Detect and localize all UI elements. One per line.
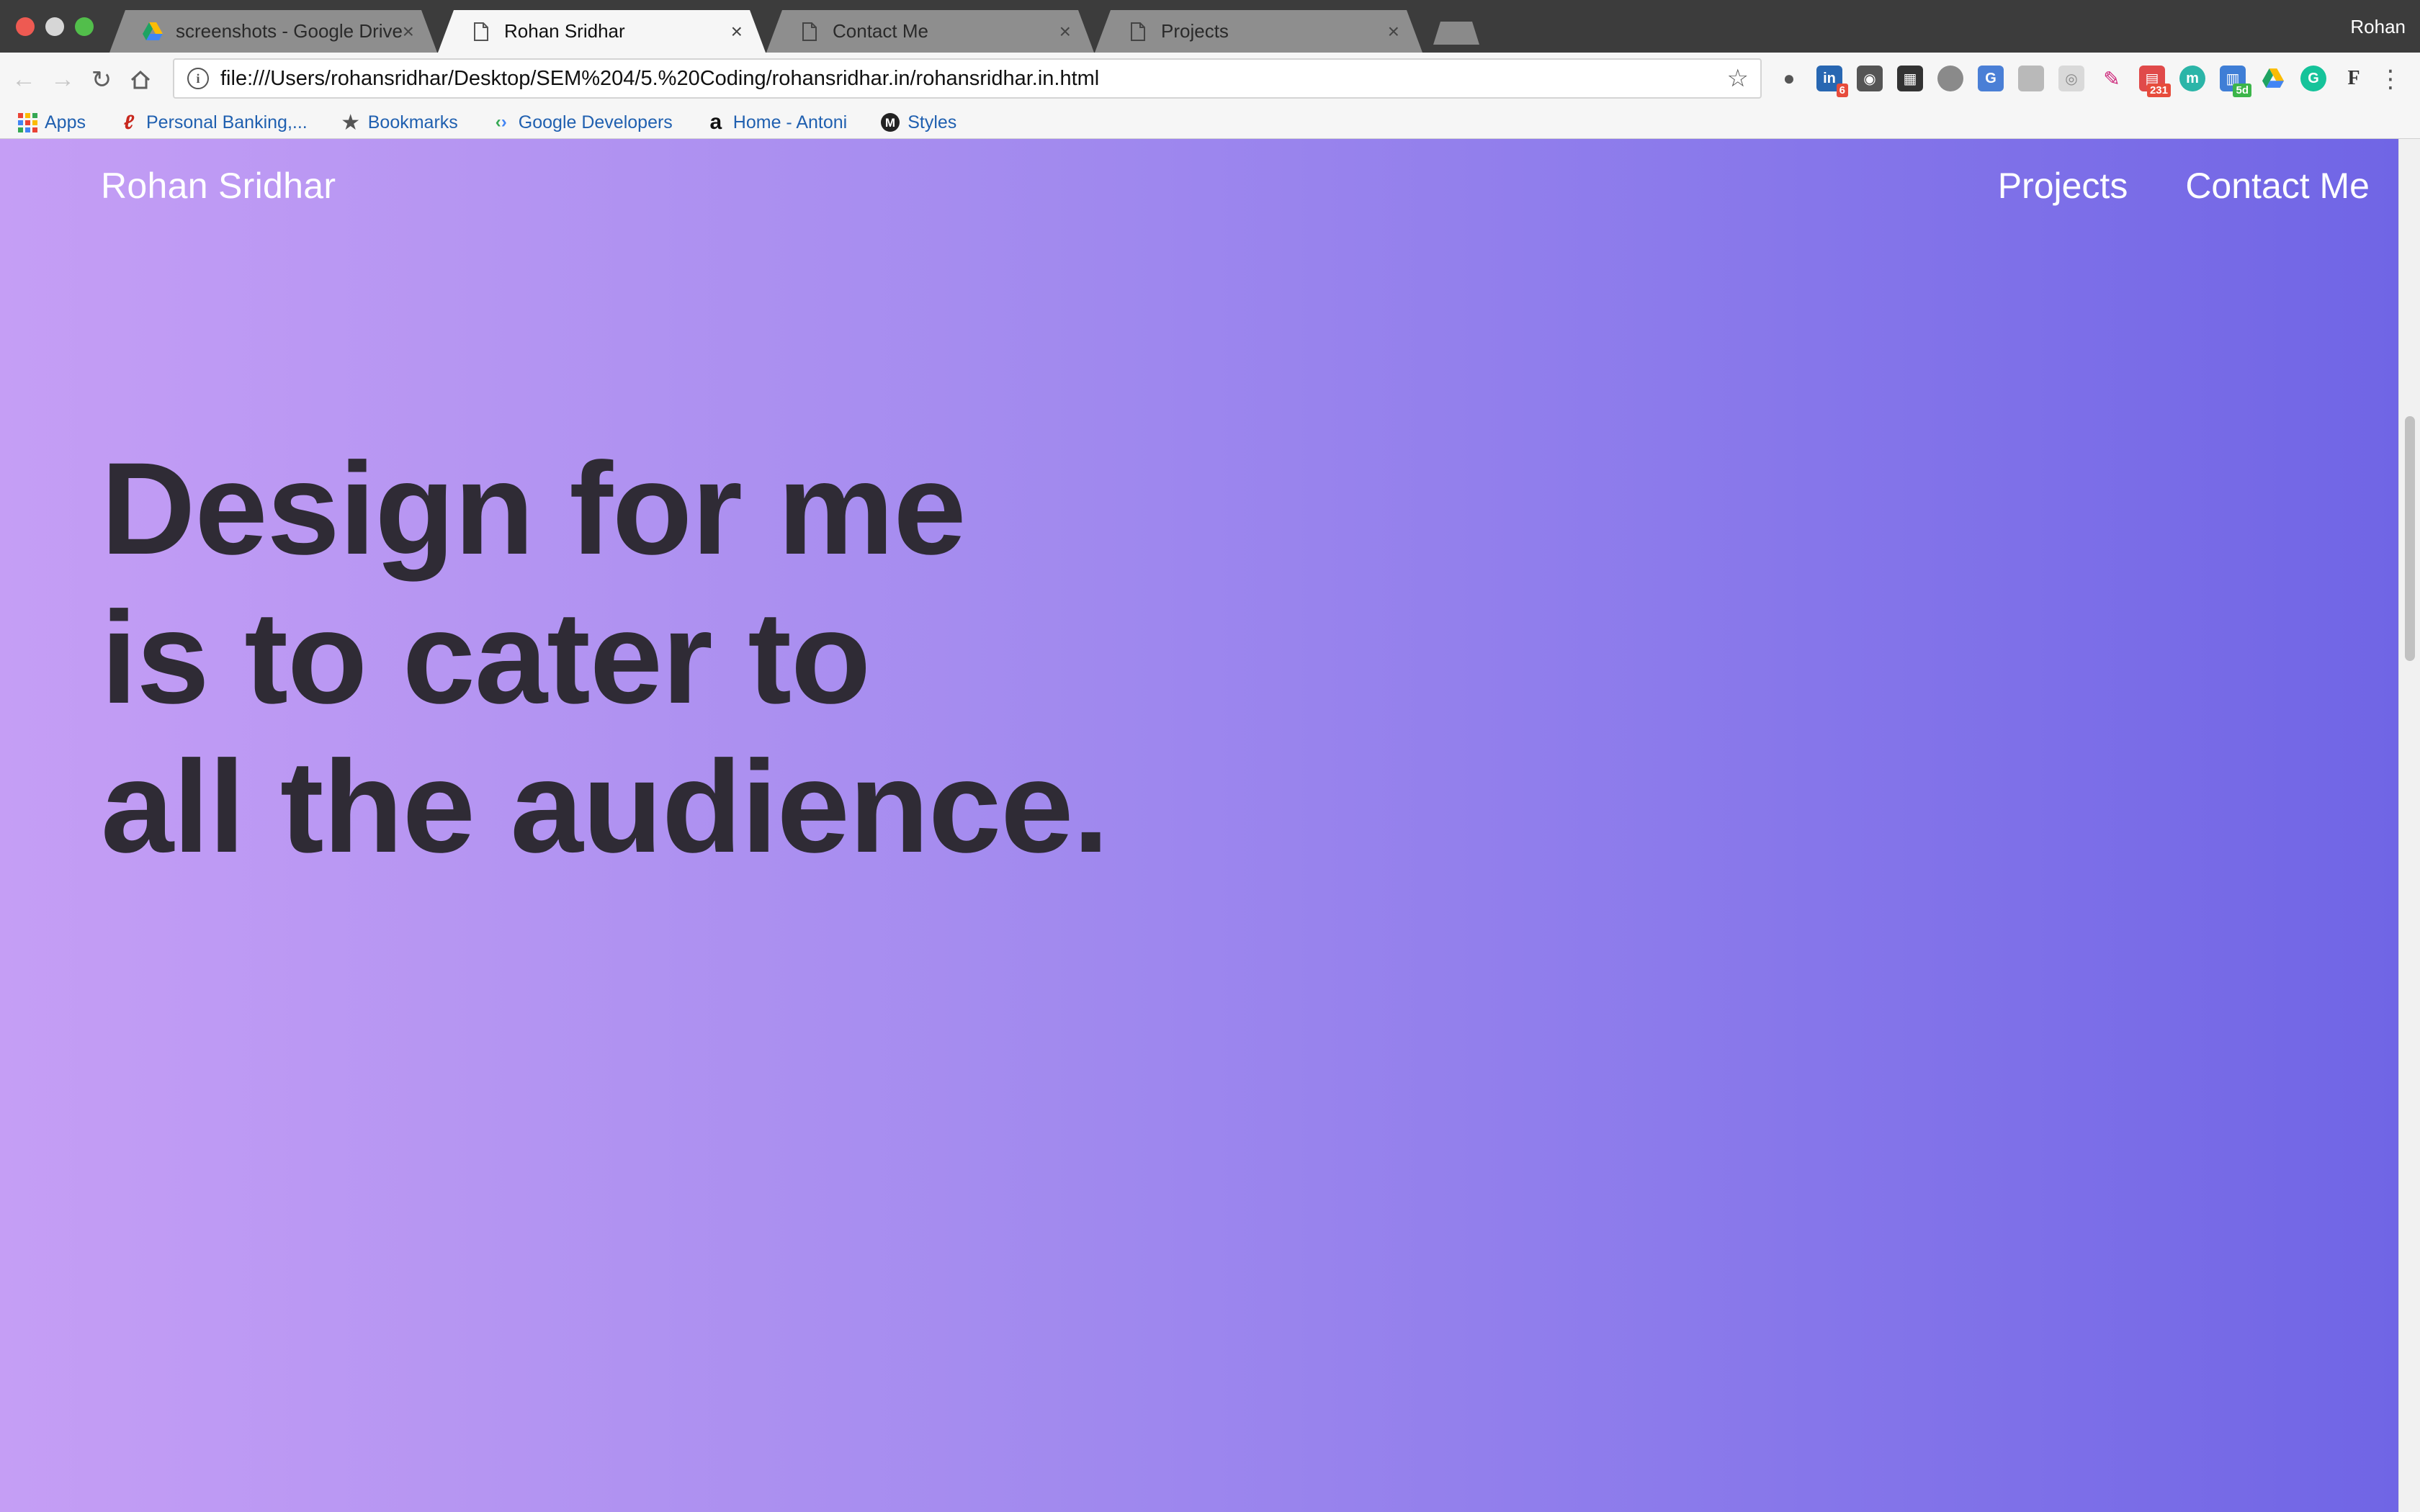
translate-icon[interactable]: G <box>1978 66 2004 91</box>
camera-icon[interactable]: ◎ <box>2058 66 2084 91</box>
tab-title: screenshots - Google Drive <box>176 20 403 42</box>
close-window-button[interactable] <box>16 17 35 36</box>
clapper-icon[interactable]: ▤ 231 <box>2139 66 2171 97</box>
font-icon[interactable]: F <box>2341 66 2367 91</box>
document-icon <box>799 22 820 42</box>
hero-headline: Design for me is to cater to all the aud… <box>101 434 1109 881</box>
site-nav: Projects Contact Me <box>1998 165 2370 207</box>
tab-projects[interactable]: Projects × <box>1095 10 1422 53</box>
bookmark-star-icon[interactable]: ☆ <box>1727 64 1749 93</box>
site-brand-link[interactable]: Rohan Sridhar <box>101 165 336 207</box>
badge: 6 <box>1836 84 1848 97</box>
google-developers-icon: ‹ › <box>495 112 507 132</box>
badge: 5d <box>2233 84 2251 97</box>
profile-button[interactable]: Rohan <box>2350 16 2406 38</box>
hero-line: is to cater to <box>101 584 871 731</box>
tab-google-drive[interactable]: screenshots - Google Drive × <box>109 10 437 53</box>
tab-contact-me[interactable]: Contact Me × <box>766 10 1094 53</box>
calendar-icon[interactable]: ▥ 5d <box>2220 66 2251 97</box>
film-icon[interactable]: ▦ <box>1897 66 1923 91</box>
bookmark-label: Styles <box>908 112 957 132</box>
menu-icon[interactable]: ⋮ <box>2378 67 2403 91</box>
page-scrollbar[interactable] <box>2398 139 2420 1512</box>
mercury-icon[interactable]: m <box>2179 66 2205 91</box>
apps-grid-icon <box>17 112 37 132</box>
home-icon[interactable] <box>125 65 156 95</box>
hero-line: Design for me <box>101 435 967 582</box>
document-icon <box>1128 22 1148 42</box>
close-icon[interactable]: × <box>731 20 743 43</box>
keep-icon[interactable]: ◉ <box>1857 66 1883 91</box>
url-text: file:///Users/rohansridhar/Desktop/SEM%2… <box>220 66 1100 90</box>
reload-icon[interactable]: ↻ <box>86 65 117 95</box>
wallet-icon[interactable] <box>2018 66 2044 91</box>
bookmark-styles[interactable]: M Styles <box>880 112 956 133</box>
site-info-icon[interactable]: i <box>187 68 209 89</box>
eyedropper-icon[interactable]: ✎ <box>2099 66 2125 91</box>
linkedin-icon[interactable]: in 6 <box>1816 66 1848 97</box>
tab-rohan-sridhar[interactable]: Rohan Sridhar × <box>438 10 766 53</box>
nav-projects-link[interactable]: Projects <box>1998 165 2128 207</box>
svg-text:M: M <box>885 116 895 130</box>
browser-toolbar: ← → ↻ i file:///Users/rohansridhar/Deskt… <box>0 53 2420 107</box>
bookmark-label: Personal Banking,... <box>145 112 308 132</box>
bookmark-label: Google Developers <box>518 112 673 132</box>
close-icon[interactable]: × <box>1388 20 1399 43</box>
minimize-window-button[interactable] <box>45 17 64 36</box>
bookmark-label: Home - Antoni <box>732 112 848 132</box>
tab-title: Rohan Sridhar <box>504 20 625 42</box>
tab-title: Contact Me <box>833 20 928 42</box>
bookmark-personal-banking[interactable]: ℓ Personal Banking,... <box>119 111 308 133</box>
lightbulb-icon[interactable]: ● <box>1776 66 1802 91</box>
google-drive-icon <box>143 22 163 42</box>
nav-contact-me-link[interactable]: Contact Me <box>2185 165 2370 207</box>
bookmark-label: Bookmarks <box>367 112 458 132</box>
scrollbar-thumb[interactable] <box>2405 416 2415 661</box>
address-bar[interactable]: i file:///Users/rohansridhar/Desktop/SEM… <box>173 58 1762 99</box>
google-drive-icon[interactable] <box>2260 66 2286 91</box>
bookmark-apps[interactable]: Apps <box>17 112 86 133</box>
tab-strip: screenshots - Google Drive × Rohan Sridh… <box>0 0 2420 53</box>
bookmark-google-developers[interactable]: ‹ › Google Developers <box>491 112 673 133</box>
window-controls <box>16 17 94 36</box>
forward-icon[interactable]: → <box>48 65 78 95</box>
zoom-window-button[interactable] <box>75 17 94 36</box>
amazon-icon: a <box>709 110 722 134</box>
document-icon <box>471 22 491 42</box>
new-tab-button[interactable] <box>1433 22 1479 45</box>
bookmark-home-antoni[interactable]: a Home - Antoni <box>706 110 848 134</box>
bookmarks-bar: Apps ℓ Personal Banking,... ★ Bookmarks … <box>0 107 2420 139</box>
grammarly-icon[interactable]: G <box>2300 66 2326 91</box>
tab-title: Projects <box>1161 20 1229 42</box>
star-icon: ★ <box>341 110 361 135</box>
close-icon[interactable]: × <box>403 20 414 43</box>
badge: 231 <box>2146 84 2171 97</box>
web-page: Rohan Sridhar Projects Contact Me Design… <box>0 139 2398 1512</box>
extensions-area: ● in 6 ◉ ▦ G ◎ ✎ ▤ 231 m ▥ 5d G F <box>1776 66 2367 97</box>
back-icon[interactable]: ← <box>9 65 39 95</box>
bank-icon: ℓ <box>123 111 135 133</box>
bookmark-label: Apps <box>45 112 86 132</box>
bookmark-bookmarks[interactable]: ★ Bookmarks <box>341 110 458 135</box>
chat-bubble-icon[interactable] <box>1937 66 1963 91</box>
hero-line: all the audience. <box>101 733 1109 880</box>
close-icon[interactable]: × <box>1059 20 1071 43</box>
medium-icon: M <box>880 112 900 132</box>
